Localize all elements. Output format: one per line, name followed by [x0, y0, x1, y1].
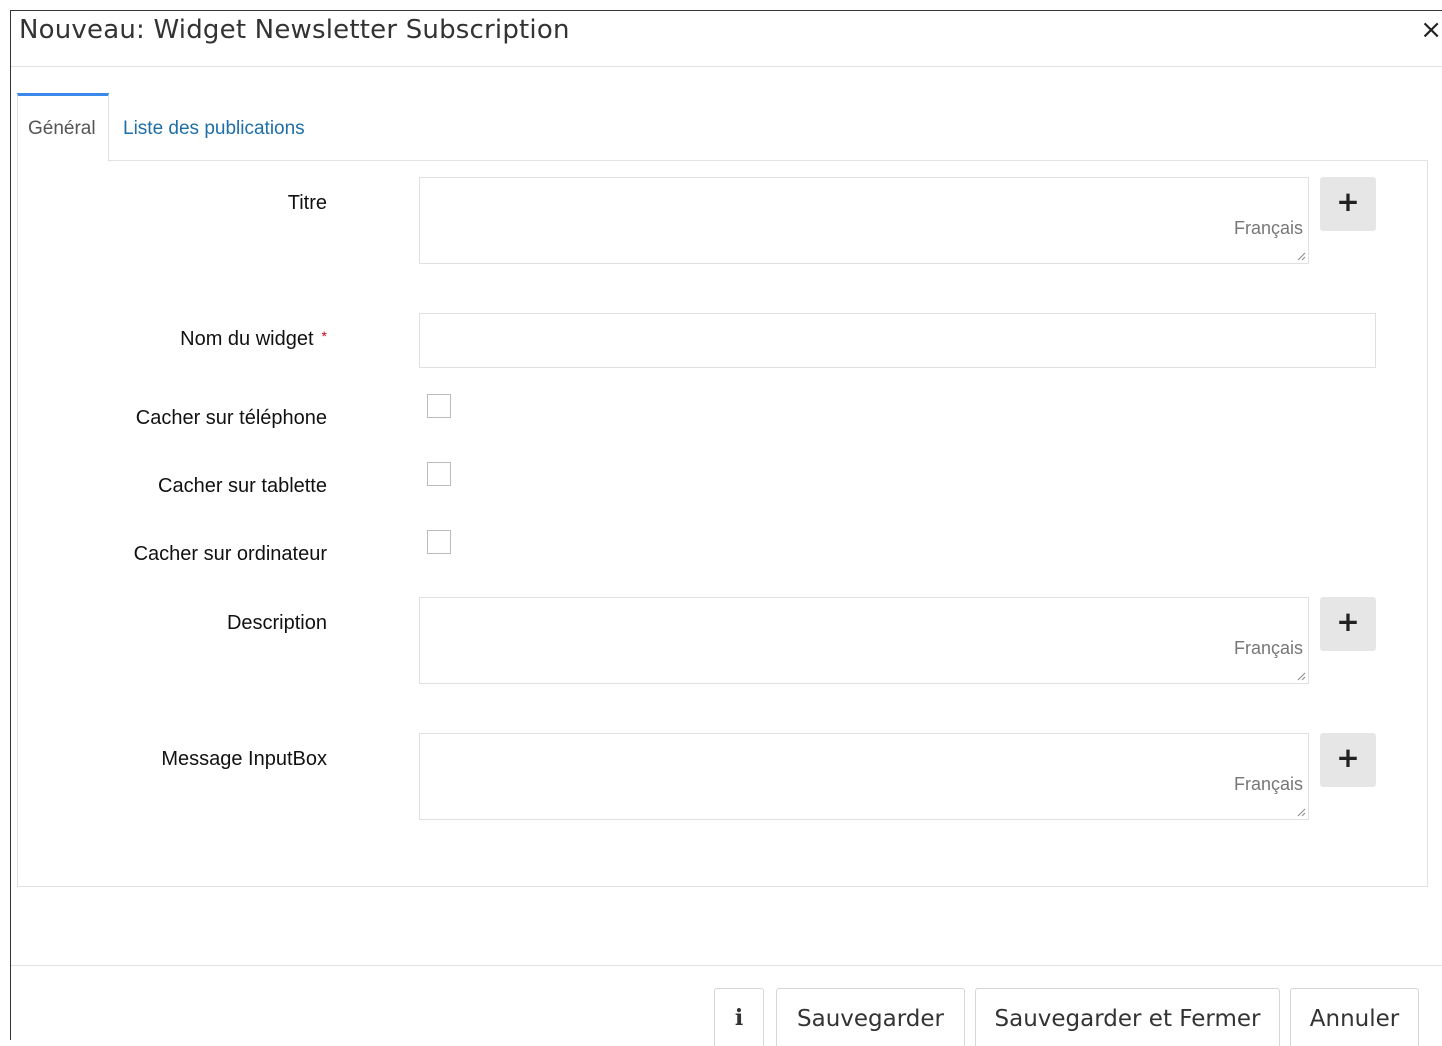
add-message-translation-button[interactable]: + — [1320, 733, 1376, 787]
hide-desktop-checkbox[interactable] — [427, 530, 451, 554]
required-mark: * — [321, 328, 327, 344]
info-button[interactable]: i — [714, 988, 764, 1046]
add-description-translation-button[interactable]: + — [1320, 597, 1376, 651]
close-icon[interactable]: × — [1420, 17, 1442, 43]
message-inputbox-label: Message InputBox — [161, 748, 327, 770]
title-textarea[interactable]: Français — [419, 177, 1309, 264]
hide-phone-label: Cacher sur téléphone — [135, 407, 327, 429]
title-label: Titre — [287, 192, 327, 214]
hide-phone-checkbox[interactable] — [427, 394, 451, 418]
tab-bar: Général Liste des publications — [17, 93, 1442, 162]
resize-grip-icon[interactable] — [1296, 251, 1306, 261]
widget-name-label-text: Nom du widget — [180, 328, 314, 350]
description-textarea[interactable]: Français — [419, 597, 1309, 684]
resize-grip-icon[interactable] — [1296, 807, 1306, 817]
hide-tablet-checkbox[interactable] — [427, 462, 451, 486]
save-and-close-button[interactable]: Sauvegarder et Fermer — [975, 988, 1280, 1046]
message-inputbox-textarea[interactable]: Français — [419, 733, 1309, 820]
widget-name-label: Nom du widget * — [180, 328, 327, 351]
general-panel: Titre Français + Nom du widget * Cacher s… — [17, 160, 1428, 887]
tab-general[interactable]: Général — [17, 93, 109, 162]
dialog-header: Nouveau: Widget Newsletter Subscription … — [11, 11, 1442, 67]
description-label: Description — [226, 612, 327, 634]
tab-publications-list[interactable]: Liste des publications — [123, 93, 305, 159]
add-title-translation-button[interactable]: + — [1320, 177, 1376, 231]
hide-desktop-label: Cacher sur ordinateur — [133, 543, 327, 565]
cancel-button[interactable]: Annuler — [1290, 988, 1419, 1046]
message-language-label: Français — [1233, 774, 1303, 794]
dialog-title: Nouveau: Widget Newsletter Subscription — [19, 15, 570, 45]
widget-name-input[interactable] — [419, 313, 1376, 368]
save-button[interactable]: Sauvegarder — [776, 988, 965, 1046]
resize-grip-icon[interactable] — [1296, 671, 1306, 681]
dialog: Nouveau: Widget Newsletter Subscription … — [10, 10, 1442, 1046]
title-language-label: Français — [1233, 218, 1303, 238]
description-language-label: Français — [1233, 638, 1303, 658]
footer-divider — [11, 965, 1442, 966]
hide-tablet-label: Cacher sur tablette — [158, 475, 327, 497]
